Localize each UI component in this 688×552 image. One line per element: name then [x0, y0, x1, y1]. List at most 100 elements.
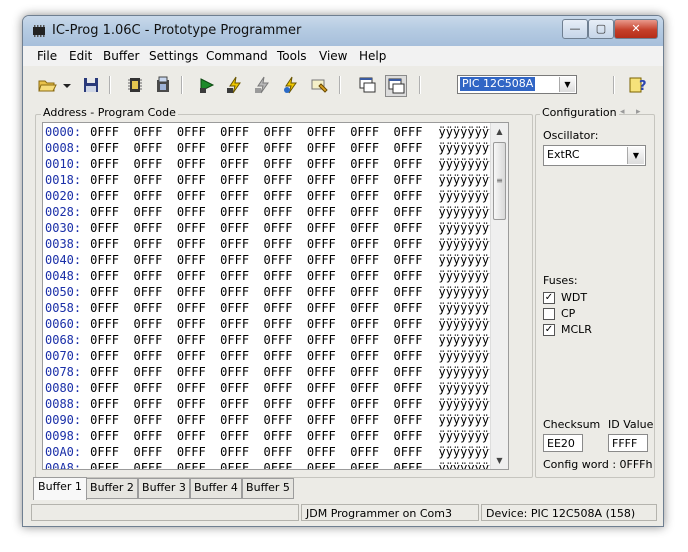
row-ascii: ÿÿÿÿÿÿÿÿ	[438, 237, 497, 251]
config-word-label: Config word : 0FFFh	[543, 458, 653, 471]
chip-read-icon[interactable]	[125, 75, 145, 95]
window-icon[interactable]	[357, 75, 377, 95]
row-words: 0FFF 0FFF 0FFF 0FFF 0FFF 0FFF 0FFF 0FFF	[90, 205, 423, 219]
code-row[interactable]: 0070: 0FFF 0FFF 0FFF 0FFF 0FFF 0FFF 0FFF …	[45, 349, 496, 365]
menu-settings[interactable]: Settings	[149, 49, 198, 63]
row-address: 0020:	[45, 189, 82, 203]
code-row[interactable]: 00A0: 0FFF 0FFF 0FFF 0FFF 0FFF 0FFF 0FFF …	[45, 445, 496, 461]
fuse-mclr-checkbox[interactable]: ✓	[543, 324, 555, 336]
fuse-wdt-checkbox[interactable]: ✓	[543, 292, 555, 304]
config-prev-icon[interactable]: ◂	[620, 107, 625, 117]
code-row[interactable]: 0050: 0FFF 0FFF 0FFF 0FFF 0FFF 0FFF 0FFF …	[45, 285, 496, 301]
code-row[interactable]: 0080: 0FFF 0FFF 0FFF 0FFF 0FFF 0FFF 0FFF …	[45, 381, 496, 397]
row-words: 0FFF 0FFF 0FFF 0FFF 0FFF 0FFF 0FFF 0FFF	[90, 285, 423, 299]
minimize-button[interactable]: —	[562, 19, 588, 39]
write-icon[interactable]	[225, 75, 245, 95]
window-select-icon[interactable]	[385, 75, 407, 97]
chevron-down-icon[interactable]: ▼	[627, 147, 644, 164]
window-title: IC-Prog 1.06C - Prototype Programmer	[52, 23, 302, 38]
close-button[interactable]: ✕	[614, 19, 658, 39]
check-icon: ✓	[544, 324, 554, 335]
code-row[interactable]: 0060: 0FFF 0FFF 0FFF 0FFF 0FFF 0FFF 0FFF …	[45, 317, 496, 333]
code-row[interactable]: 0068: 0FFF 0FFF 0FFF 0FFF 0FFF 0FFF 0FFF …	[45, 333, 496, 349]
save-icon[interactable]	[81, 75, 101, 95]
tab-buffer-3[interactable]: Buffer 3	[138, 478, 190, 499]
chevron-down-icon[interactable]: ▼	[559, 77, 575, 92]
tab-buffer-5[interactable]: Buffer 5	[242, 478, 294, 499]
erase-icon[interactable]	[253, 75, 273, 95]
fuses-label: Fuses:	[543, 274, 578, 287]
maximize-button[interactable]: ▢	[588, 19, 614, 39]
menu-edit[interactable]: Edit	[69, 49, 92, 63]
row-words: 0FFF 0FFF 0FFF 0FFF 0FFF 0FFF 0FFF 0FFF	[90, 269, 423, 283]
program-code-view[interactable]: 0000: 0FFF 0FFF 0FFF 0FFF 0FFF 0FFF 0FFF …	[42, 122, 509, 470]
scroll-down-icon[interactable]: ▼	[491, 452, 508, 469]
checksum-label: Checksum	[543, 418, 601, 431]
scroll-up-icon[interactable]: ▲	[491, 123, 508, 140]
code-row[interactable]: 0088: 0FFF 0FFF 0FFF 0FFF 0FFF 0FFF 0FFF …	[45, 397, 496, 413]
checksum-field[interactable]: EE20	[543, 434, 583, 452]
code-row[interactable]: 0040: 0FFF 0FFF 0FFF 0FFF 0FFF 0FFF 0FFF …	[45, 253, 496, 269]
row-ascii: ÿÿÿÿÿÿÿÿ	[438, 189, 497, 203]
config-next-icon[interactable]: ▸	[636, 107, 641, 117]
code-row[interactable]: 0038: 0FFF 0FFF 0FFF 0FFF 0FFF 0FFF 0FFF …	[45, 237, 496, 253]
help-icon[interactable]: ?	[627, 75, 647, 95]
menu-help[interactable]: Help	[359, 49, 386, 63]
app-window: IC-Prog 1.06C - Prototype Programmer — ▢…	[22, 15, 664, 527]
row-ascii: ÿÿÿÿÿÿÿÿ	[438, 173, 497, 187]
fuse-cp-checkbox[interactable]	[543, 308, 555, 320]
menu-file[interactable]: File	[37, 49, 57, 63]
code-row[interactable]: 0018: 0FFF 0FFF 0FFF 0FFF 0FFF 0FFF 0FFF …	[45, 173, 496, 189]
program-all-icon[interactable]	[197, 75, 217, 95]
tab-buffer-1[interactable]: Buffer 1	[33, 477, 87, 500]
row-address: 0028:	[45, 205, 82, 219]
menu-view[interactable]: View	[319, 49, 347, 63]
status-device: Device: PIC 12C508A (158)	[481, 504, 657, 521]
chip-app-icon	[33, 25, 45, 37]
menu-buffer[interactable]: Buffer	[103, 49, 139, 63]
toolbar-separator	[109, 76, 111, 94]
code-row[interactable]: 0028: 0FFF 0FFF 0FFF 0FFF 0FFF 0FFF 0FFF …	[45, 205, 496, 221]
row-address: 0010:	[45, 157, 82, 171]
tab-buffer-4[interactable]: Buffer 4	[190, 478, 242, 499]
row-words: 0FFF 0FFF 0FFF 0FFF 0FFF 0FFF 0FFF 0FFF	[90, 317, 423, 331]
code-row[interactable]: 0010: 0FFF 0FFF 0FFF 0FFF 0FFF 0FFF 0FFF …	[45, 157, 496, 173]
menu-tools[interactable]: Tools	[277, 49, 307, 63]
tab-buffer-2[interactable]: Buffer 2	[86, 478, 138, 499]
vertical-scrollbar[interactable]: ▲ ≡ ▼	[490, 123, 508, 469]
blank-check-icon[interactable]	[309, 75, 329, 95]
row-ascii: ÿÿÿÿÿÿÿÿ	[438, 413, 497, 427]
verify-icon[interactable]	[281, 75, 301, 95]
row-address: 0070:	[45, 349, 82, 363]
id-value-field[interactable]: FFFF	[608, 434, 648, 452]
row-words: 0FFF 0FFF 0FFF 0FFF 0FFF 0FFF 0FFF 0FFF	[90, 221, 423, 235]
code-row[interactable]: 0008: 0FFF 0FFF 0FFF 0FFF 0FFF 0FFF 0FFF …	[45, 141, 496, 157]
dropdown-arrow-icon[interactable]	[61, 75, 73, 95]
code-row[interactable]: 0058: 0FFF 0FFF 0FFF 0FFF 0FFF 0FFF 0FFF …	[45, 301, 496, 317]
row-address: 0060:	[45, 317, 82, 331]
oscillator-select[interactable]: ExtRC ▼	[543, 145, 646, 166]
chip-write-icon[interactable]	[153, 75, 173, 95]
oscillator-value: ExtRC	[547, 148, 580, 161]
device-select[interactable]: PIC 12C508A ▼	[457, 75, 577, 94]
status-bar: JDM Programmer on Com3 Device: PIC 12C50…	[23, 502, 663, 522]
code-row[interactable]: 00A8: 0FFF 0FFF 0FFF 0FFF 0FFF 0FFF 0FFF …	[45, 461, 496, 469]
configuration-label: Configuration	[540, 106, 619, 119]
code-row[interactable]: 0030: 0FFF 0FFF 0FFF 0FFF 0FFF 0FFF 0FFF …	[45, 221, 496, 237]
code-row[interactable]: 0048: 0FFF 0FFF 0FFF 0FFF 0FFF 0FFF 0FFF …	[45, 269, 496, 285]
code-row[interactable]: 0000: 0FFF 0FFF 0FFF 0FFF 0FFF 0FFF 0FFF …	[45, 125, 496, 141]
code-row[interactable]: 0078: 0FFF 0FFF 0FFF 0FFF 0FFF 0FFF 0FFF …	[45, 365, 496, 381]
code-row[interactable]: 0090: 0FFF 0FFF 0FFF 0FFF 0FFF 0FFF 0FFF …	[45, 413, 496, 429]
row-ascii: ÿÿÿÿÿÿÿÿ	[438, 445, 497, 459]
row-words: 0FFF 0FFF 0FFF 0FFF 0FFF 0FFF 0FFF 0FFF	[90, 445, 423, 459]
row-ascii: ÿÿÿÿÿÿÿÿ	[438, 349, 497, 363]
title-bar[interactable]: IC-Prog 1.06C - Prototype Programmer — ▢…	[23, 16, 663, 46]
scrollbar-thumb[interactable]: ≡	[493, 142, 506, 220]
row-address: 0040:	[45, 253, 82, 267]
row-ascii: ÿÿÿÿÿÿÿÿ	[438, 317, 497, 331]
row-ascii: ÿÿÿÿÿÿÿÿ	[438, 365, 497, 379]
open-folder-icon[interactable]	[37, 75, 57, 95]
code-row[interactable]: 0098: 0FFF 0FFF 0FFF 0FFF 0FFF 0FFF 0FFF …	[45, 429, 496, 445]
code-row[interactable]: 0020: 0FFF 0FFF 0FFF 0FFF 0FFF 0FFF 0FFF …	[45, 189, 496, 205]
menu-command[interactable]: Command	[206, 49, 268, 63]
